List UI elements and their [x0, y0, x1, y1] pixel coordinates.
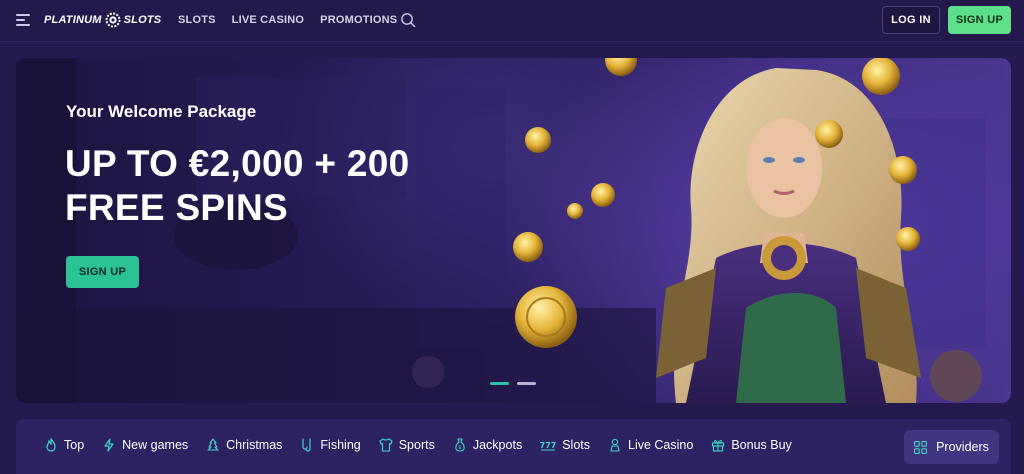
- login-button[interactable]: LOG IN: [882, 6, 940, 34]
- carousel-dot-1[interactable]: [490, 382, 509, 385]
- category-label: Top: [64, 438, 85, 452]
- lightning-icon: [104, 438, 114, 452]
- svg-text:777: 777: [540, 441, 556, 450]
- category-top[interactable]: Top: [44, 438, 84, 452]
- svg-text:$: $: [458, 445, 462, 451]
- category-label: Live Casino: [628, 438, 694, 452]
- hero-character: [656, 68, 921, 403]
- providers-button[interactable]: Providers: [904, 430, 999, 464]
- dealer-icon: [610, 438, 620, 452]
- hero-title: UP TO €2,000 + 200 FREE SPINS: [65, 142, 485, 230]
- providers-label: Providers: [936, 440, 989, 454]
- grid-icon: [914, 440, 928, 454]
- flame-icon: [46, 438, 56, 452]
- category-label: Bonus Buy: [731, 438, 792, 452]
- category-label: Fishing: [320, 438, 361, 452]
- site-logo[interactable]: PLATINUM SLOTS: [44, 11, 161, 29]
- hero-title-line-1: UP TO €2,000 + 200: [65, 143, 410, 184]
- category-slots[interactable]: 777 Slots: [540, 438, 590, 452]
- category-sports[interactable]: Sports: [379, 438, 435, 452]
- category-fishing[interactable]: Fishing: [300, 438, 361, 452]
- category-label: Sports: [398, 438, 435, 452]
- jersey-icon: [379, 438, 393, 452]
- search-icon[interactable]: [400, 12, 416, 28]
- category-label: Slots: [562, 438, 590, 452]
- fishing-icon: [302, 438, 312, 452]
- logo-text-left: PLATINUM: [44, 14, 102, 26]
- category-bar: Top New games Christmas Fishing Sports $…: [16, 419, 1011, 474]
- top-header: PLATINUM SLOTS SLOTS LIVE CASINO PROMOTI…: [0, 0, 1024, 42]
- signup-button[interactable]: SIGN UP: [948, 6, 1011, 34]
- hero-signup-button[interactable]: SIGN UP: [66, 256, 139, 288]
- category-label: New games: [122, 438, 189, 452]
- hero-banner[interactable]: Your Welcome Package UP TO €2,000 + 200 …: [16, 58, 1011, 403]
- category-new-games[interactable]: New games: [102, 438, 188, 452]
- money-bag-icon: $: [455, 438, 465, 452]
- carousel-dot-2[interactable]: [517, 382, 536, 385]
- nav-slots[interactable]: SLOTS: [178, 14, 216, 26]
- category-list: Top New games Christmas Fishing Sports $…: [44, 438, 810, 452]
- category-christmas[interactable]: Christmas: [206, 438, 282, 452]
- menu-icon[interactable]: [16, 13, 32, 27]
- gift-icon: [712, 440, 725, 452]
- logo-text-right: SLOTS: [123, 14, 162, 26]
- logo-gear-icon: [105, 12, 121, 28]
- category-label: Jackpots: [472, 438, 523, 452]
- hero-title-line-2: FREE SPINS: [65, 187, 288, 228]
- carousel-indicators: [490, 382, 536, 385]
- category-label: Christmas: [226, 438, 283, 452]
- slot-777-icon: 777: [540, 441, 556, 451]
- nav-promotions[interactable]: PROMOTIONS: [320, 14, 397, 26]
- main-nav: SLOTS LIVE CASINO PROMOTIONS: [178, 14, 397, 26]
- category-live-casino[interactable]: Live Casino: [608, 438, 693, 452]
- christmas-tree-icon: [207, 438, 219, 451]
- category-jackpots[interactable]: $ Jackpots: [453, 438, 522, 452]
- hero-subtitle: Your Welcome Package: [66, 102, 257, 121]
- nav-live-casino[interactable]: LIVE CASINO: [232, 14, 305, 26]
- category-bonus-buy[interactable]: Bonus Buy: [711, 438, 792, 452]
